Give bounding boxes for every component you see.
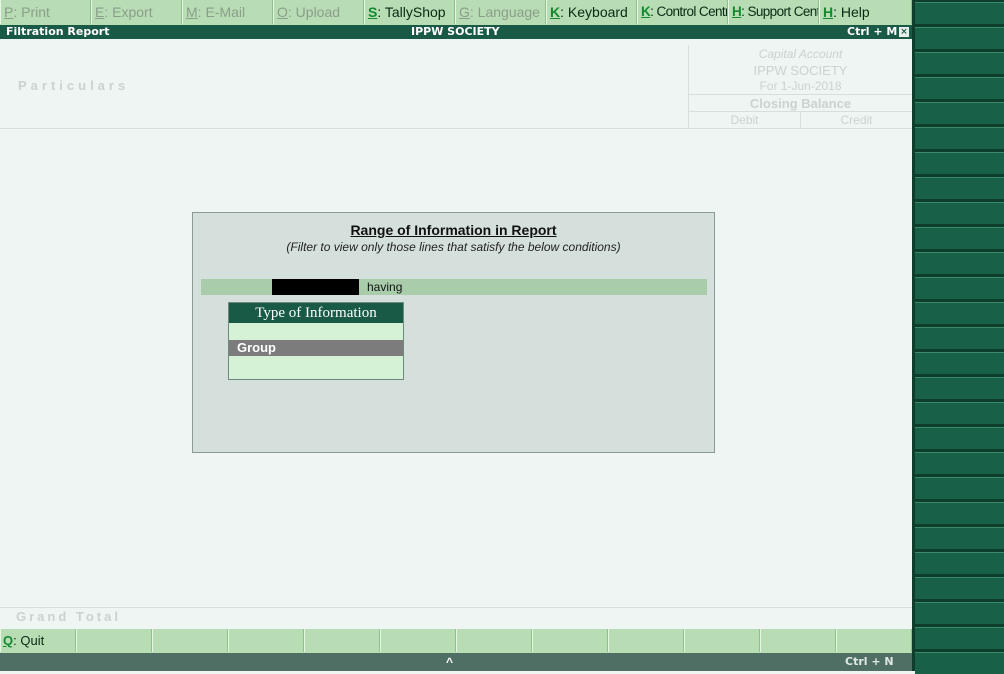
credit-label: Credit bbox=[840, 113, 873, 127]
right-button-panel bbox=[912, 0, 1004, 674]
side-button[interactable] bbox=[915, 152, 1004, 174]
divider bbox=[0, 128, 912, 129]
title-shortcut: Ctrl + M bbox=[847, 25, 898, 38]
filter-field-input[interactable] bbox=[272, 279, 359, 295]
bottom-button[interactable] bbox=[608, 629, 684, 652]
bottom-button-bar: Q: Quit bbox=[0, 629, 912, 653]
tallyshop-button[interactable]: S: TallyShop bbox=[364, 0, 455, 24]
side-button[interactable] bbox=[915, 277, 1004, 299]
closing-balance-label: Closing Balance bbox=[749, 96, 852, 111]
list-title: Type of Information bbox=[229, 303, 403, 323]
bottom-button[interactable] bbox=[760, 629, 836, 652]
side-button[interactable] bbox=[915, 77, 1004, 99]
help-button[interactable]: H: Help bbox=[819, 0, 912, 24]
side-button[interactable] bbox=[915, 327, 1004, 349]
side-button[interactable] bbox=[915, 177, 1004, 199]
side-button[interactable] bbox=[915, 302, 1004, 324]
report-name: Filtration Report bbox=[6, 25, 110, 38]
export-button[interactable]: E: Export bbox=[91, 0, 182, 24]
keyboard-button[interactable]: K: Keyboard bbox=[546, 0, 637, 24]
side-button[interactable] bbox=[915, 377, 1004, 399]
bottom-button[interactable] bbox=[76, 629, 152, 652]
quit-button[interactable]: Q: Quit bbox=[0, 629, 76, 652]
divider bbox=[0, 607, 912, 608]
control-centre-button[interactable]: K: Control Centre bbox=[637, 0, 728, 24]
bottom-button[interactable] bbox=[380, 629, 456, 652]
side-button[interactable] bbox=[915, 452, 1004, 474]
support-centre-button[interactable]: H: Support Centre bbox=[728, 0, 819, 24]
grand-total-label: Grand Total bbox=[16, 609, 121, 624]
dialog-subtitle: (Filter to view only those lines that sa… bbox=[286, 240, 621, 254]
filter-row: having bbox=[201, 279, 707, 295]
side-button[interactable] bbox=[915, 52, 1004, 74]
company-name: IPPW SOCIETY bbox=[411, 25, 500, 38]
upload-button[interactable]: O: Upload bbox=[273, 0, 364, 24]
filter-dialog: Range of Information in Report (Filter t… bbox=[192, 212, 715, 453]
side-button[interactable] bbox=[915, 477, 1004, 499]
bottom-button[interactable] bbox=[532, 629, 608, 652]
bottom-button[interactable] bbox=[228, 629, 304, 652]
account-title: Capital Account bbox=[758, 47, 843, 61]
status-bar: ^ Ctrl + N bbox=[0, 653, 912, 671]
side-button[interactable] bbox=[915, 227, 1004, 249]
side-button[interactable] bbox=[915, 102, 1004, 124]
bottom-button[interactable] bbox=[456, 629, 532, 652]
close-icon[interactable]: × bbox=[899, 27, 909, 37]
side-button[interactable] bbox=[915, 202, 1004, 224]
side-button[interactable] bbox=[915, 527, 1004, 549]
particulars-header: Particulars bbox=[18, 78, 130, 93]
side-button[interactable] bbox=[915, 27, 1004, 49]
bottom-button[interactable] bbox=[684, 629, 760, 652]
side-button[interactable] bbox=[915, 402, 1004, 424]
side-button[interactable] bbox=[915, 127, 1004, 149]
side-button[interactable] bbox=[915, 577, 1004, 599]
side-button[interactable] bbox=[915, 502, 1004, 524]
divider bbox=[689, 94, 912, 95]
side-button[interactable] bbox=[915, 552, 1004, 574]
column-header: Capital Account IPPW SOCIETY For 1-Jun-2… bbox=[688, 45, 912, 128]
list-item-group[interactable]: Group bbox=[229, 340, 403, 356]
top-button-bar: P: Print E: Export M: E-Mail O: Upload S… bbox=[0, 0, 912, 25]
bottom-button[interactable] bbox=[836, 629, 912, 652]
side-button[interactable] bbox=[915, 627, 1004, 649]
dialog-title: Range of Information in Report bbox=[350, 222, 557, 238]
debit-label: Debit bbox=[730, 113, 759, 127]
bottom-button[interactable] bbox=[304, 629, 380, 652]
side-button[interactable] bbox=[915, 602, 1004, 624]
status-shortcut: Ctrl + N bbox=[845, 655, 894, 668]
period-label: For 1-Jun-2018 bbox=[759, 79, 842, 93]
bottom-button[interactable] bbox=[152, 629, 228, 652]
title-bar: Filtration Report IPPW SOCIETY Ctrl + M … bbox=[0, 25, 912, 39]
language-button[interactable]: G: Language bbox=[455, 0, 546, 24]
print-button[interactable]: P: Print bbox=[0, 0, 91, 24]
side-button[interactable] bbox=[915, 352, 1004, 374]
side-button[interactable] bbox=[915, 252, 1004, 274]
side-button[interactable] bbox=[915, 427, 1004, 449]
email-button[interactable]: M: E-Mail bbox=[182, 0, 273, 24]
company-heading: IPPW SOCIETY bbox=[753, 63, 848, 78]
side-button[interactable] bbox=[915, 2, 1004, 24]
chevron-up-icon[interactable]: ^ bbox=[446, 653, 453, 671]
having-label: having bbox=[367, 280, 403, 294]
type-of-information-list: Type of Information Group bbox=[228, 302, 404, 380]
